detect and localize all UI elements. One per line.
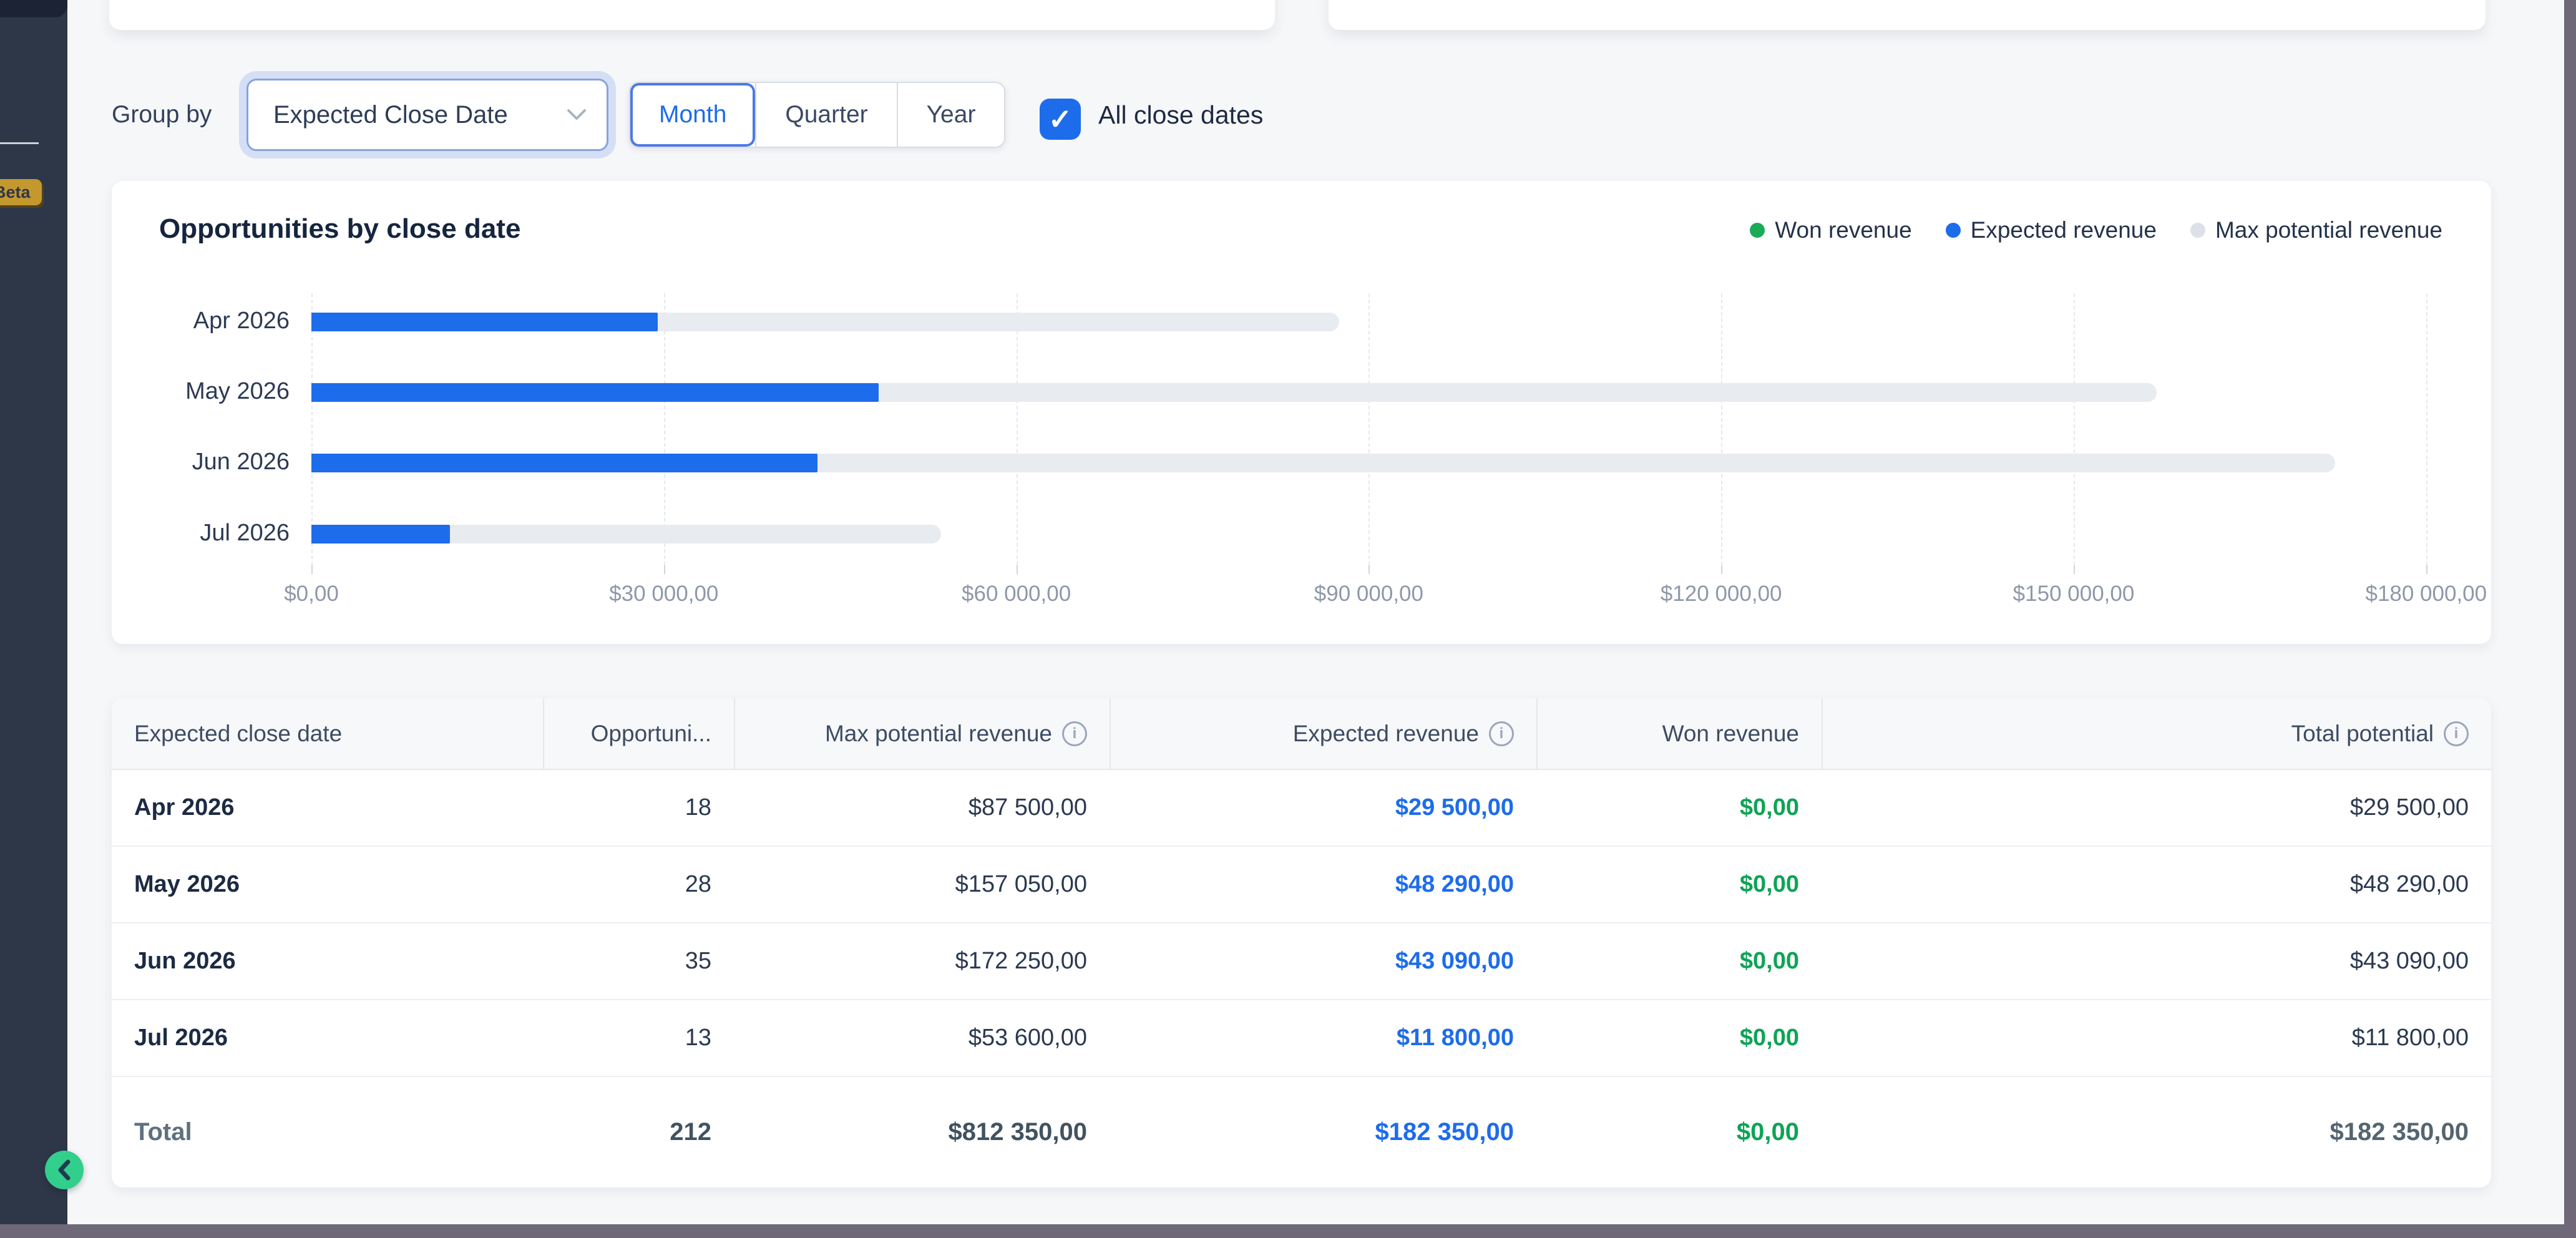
x-axis-tick-label: $180 000,00 <box>2365 582 2487 607</box>
card-partial-right <box>1329 0 2486 30</box>
column-header-expected-close-date: Expected close date <box>112 698 543 769</box>
axis-tick <box>311 565 313 574</box>
cell-expected-close-date: Apr 2026 <box>112 794 543 821</box>
sidebar-collapse-button[interactable] <box>45 1151 84 1189</box>
opportunities-table-card: Expected close date Opportuni... Max pot… <box>112 698 2491 1187</box>
cell-max-potential-revenue: $87 500,00 <box>734 794 1110 821</box>
info-icon[interactable]: i <box>2444 721 2469 746</box>
total-expected-revenue: $182 350,00 <box>1110 1118 1536 1146</box>
cell-opportunities: 35 <box>543 948 734 975</box>
opportunities-chart-card: Opportunities by close date Won revenue … <box>112 181 2491 644</box>
total-label: Total <box>112 1118 543 1146</box>
cell-opportunities: 28 <box>543 871 734 898</box>
bar-category-label: May 2026 <box>112 378 290 405</box>
period-segmented-control: Month Quarter Year <box>629 82 1005 148</box>
period-button-year[interactable]: Year <box>897 83 1005 147</box>
gridline <box>1721 293 1722 565</box>
cell-expected-revenue: $43 090,00 <box>1110 948 1536 975</box>
cell-opportunities: 18 <box>543 794 734 821</box>
x-axis-tick-label: $150 000,00 <box>2013 582 2135 607</box>
gridline <box>1017 293 1018 565</box>
group-by-dropdown-value: Expected Close Date <box>273 101 508 129</box>
cell-expected-revenue: $29 500,00 <box>1110 794 1536 821</box>
bar-category-label: Jul 2026 <box>112 520 290 547</box>
cell-max-potential-revenue: $172 250,00 <box>734 948 1110 975</box>
axis-tick <box>1017 565 1018 574</box>
gridline <box>2426 293 2427 565</box>
period-button-quarter[interactable]: Quarter <box>755 83 896 147</box>
total-opportunities: 212 <box>543 1118 734 1146</box>
axis-tick <box>664 565 665 574</box>
x-axis-tick-label: $90 000,00 <box>1314 582 1423 607</box>
total-won-revenue: $0,00 <box>1536 1118 1822 1146</box>
axis-tick <box>1368 565 1370 574</box>
cell-expected-close-date: May 2026 <box>112 871 543 898</box>
bar-category-label: Apr 2026 <box>112 308 290 334</box>
period-button-month[interactable]: Month <box>630 83 755 147</box>
column-header-won-revenue: Won revenue <box>1536 698 1822 769</box>
cell-won-revenue: $0,00 <box>1536 1025 1822 1051</box>
column-header-expected-revenue: Expected revenuei <box>1110 698 1536 769</box>
cell-max-potential-revenue: $53 600,00 <box>734 1025 1110 1051</box>
table-row: Apr 2026 18 $87 500,00 $29 500,00 $0,00 … <box>112 770 2491 847</box>
expected-revenue-bar <box>311 454 817 472</box>
table-row: Jul 2026 13 $53 600,00 $11 800,00 $0,00 … <box>112 1000 2491 1077</box>
cell-expected-revenue: $11 800,00 <box>1110 1025 1536 1051</box>
gridline <box>2074 293 2075 565</box>
bar-chart-plot: $0,00 $30 000,00 $60 000,00 $90 000,00 $120 … <box>112 181 2491 644</box>
expected-revenue-bar <box>311 525 450 543</box>
sidebar-divider <box>0 142 39 144</box>
x-axis-tick-label: $120 000,00 <box>1661 582 1782 607</box>
axis-tick <box>2074 565 2075 574</box>
cell-total-potential: $29 500,00 <box>1822 794 2491 821</box>
info-icon[interactable]: i <box>1489 721 1514 746</box>
card-partial-left <box>109 0 1275 30</box>
gridline <box>1368 293 1370 565</box>
expected-revenue-bar <box>311 313 658 331</box>
column-header-opportunities: Opportuni... <box>543 698 734 769</box>
expected-revenue-bar <box>311 383 879 402</box>
cell-won-revenue: $0,00 <box>1536 948 1822 975</box>
table-row: Jun 2026 35 $172 250,00 $43 090,00 $0,00… <box>112 924 2491 1000</box>
frame-bottom-strip <box>0 1224 2576 1238</box>
sidebar: Beta <box>0 0 67 1224</box>
cell-opportunities: 13 <box>543 1025 734 1051</box>
cell-max-potential-revenue: $157 050,00 <box>734 871 1110 898</box>
all-close-dates-checkbox[interactable] <box>1040 99 1081 140</box>
all-close-dates-label: All close dates <box>1098 79 1263 151</box>
x-axis-tick-label: $0,00 <box>284 582 339 607</box>
table-header-row: Expected close date Opportuni... Max pot… <box>112 698 2491 770</box>
chevron-left-icon <box>55 1159 74 1181</box>
cell-won-revenue: $0,00 <box>1536 871 1822 898</box>
total-max-potential-revenue: $812 350,00 <box>734 1118 1110 1146</box>
group-by-dropdown[interactable]: Expected Close Date <box>246 79 608 151</box>
info-icon[interactable]: i <box>1062 721 1087 746</box>
axis-tick <box>2426 565 2427 574</box>
chevron-down-icon <box>565 107 588 122</box>
sidebar-top-block <box>0 0 67 17</box>
table-row: May 2026 28 $157 050,00 $48 290,00 $0,00… <box>112 847 2491 924</box>
cell-won-revenue: $0,00 <box>1536 794 1822 821</box>
axis-tick <box>1721 565 1722 574</box>
x-axis-tick-label: $30 000,00 <box>609 582 718 607</box>
cell-total-potential: $11 800,00 <box>1822 1025 2491 1051</box>
total-total-potential: $182 350,00 <box>1822 1118 2491 1146</box>
cell-expected-close-date: Jul 2026 <box>112 1025 543 1051</box>
cell-expected-revenue: $48 290,00 <box>1110 871 1536 898</box>
cell-total-potential: $48 290,00 <box>1822 871 2491 898</box>
cell-total-potential: $43 090,00 <box>1822 948 2491 975</box>
frame-right-strip <box>2564 0 2576 1238</box>
column-header-total-potential: Total potentiali <box>1822 698 2491 769</box>
bar-category-label: Jun 2026 <box>112 449 290 475</box>
beta-badge: Beta <box>0 179 42 205</box>
x-axis-tick-label: $60 000,00 <box>962 582 1071 607</box>
column-header-max-potential-revenue: Max potential revenuei <box>734 698 1110 769</box>
cell-expected-close-date: Jun 2026 <box>112 948 543 975</box>
group-by-label: Group by <box>112 79 212 151</box>
table-total-row: Total 212 $812 350,00 $182 350,00 $0,00 … <box>112 1077 2491 1187</box>
